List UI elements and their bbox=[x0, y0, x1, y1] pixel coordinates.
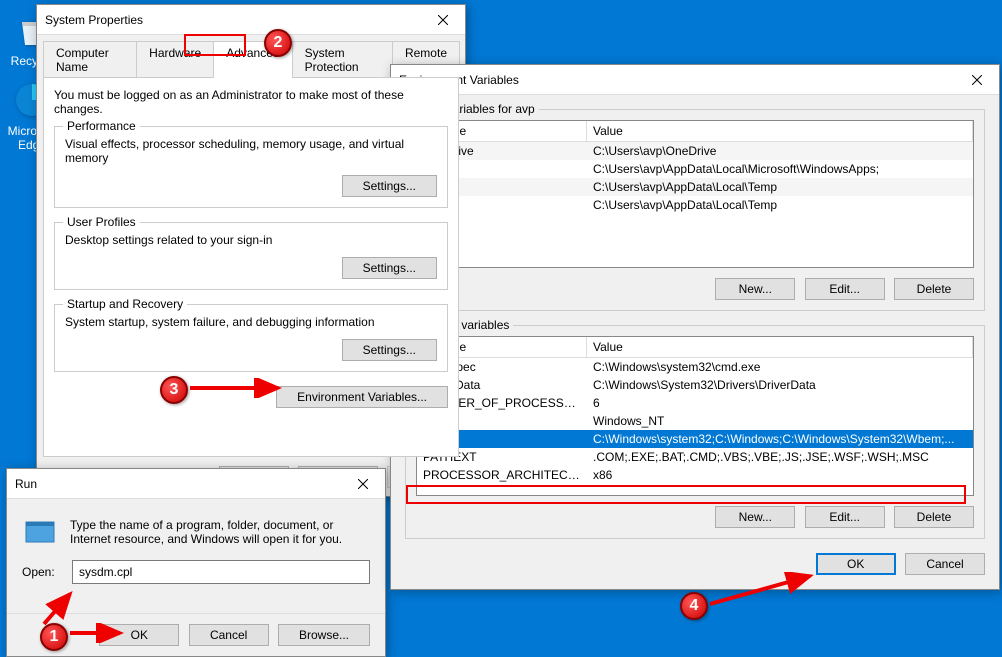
group-title: Startup and Recovery bbox=[63, 297, 187, 311]
group-desc: System startup, system failure, and debu… bbox=[65, 315, 437, 329]
var-value: C:\Users\avp\OneDrive bbox=[587, 142, 973, 160]
var-value: 6 bbox=[587, 394, 973, 412]
table-row[interactable]: PATHEXT.COM;.EXE;.BAT;.CMD;.VBS;.VBE;.JS… bbox=[417, 448, 973, 466]
group-title: Performance bbox=[63, 119, 140, 133]
performance-settings-button[interactable]: Settings... bbox=[342, 175, 437, 197]
user-profiles-group: User Profiles Desktop settings related t… bbox=[54, 222, 448, 290]
system-properties-window: System Properties Computer Name Hardware… bbox=[36, 4, 466, 497]
startup-settings-button[interactable]: Settings... bbox=[342, 339, 437, 361]
table-row[interactable]: OSWindows_NT bbox=[417, 412, 973, 430]
user-variables-group: User variables for avp Variable Value On… bbox=[405, 109, 985, 311]
intro-text: You must be logged on as an Administrato… bbox=[54, 88, 448, 116]
tab-body: You must be logged on as an Administrato… bbox=[43, 77, 459, 457]
var-value: Windows_NT bbox=[587, 412, 973, 430]
run-icon bbox=[22, 514, 58, 550]
ok-button[interactable]: OK bbox=[99, 624, 179, 646]
var-value: C:\Windows\system32\cmd.exe bbox=[587, 358, 973, 376]
dialog-buttons: OK Cancel bbox=[405, 553, 985, 575]
col-value[interactable]: Value bbox=[587, 121, 973, 141]
close-icon bbox=[438, 15, 448, 25]
run-body: Type the name of a program, folder, docu… bbox=[7, 499, 385, 613]
var-value: .COM;.EXE;.BAT;.CMD;.VBS;.VBE;.JS;.JSE;.… bbox=[587, 448, 973, 466]
system-variables-list[interactable]: Variable Value ComSpecC:\Windows\system3… bbox=[416, 336, 974, 496]
var-value: C:\Users\avp\AppData\Local\Temp bbox=[587, 196, 973, 214]
cancel-button[interactable]: Cancel bbox=[905, 553, 985, 575]
window-title: Run bbox=[15, 477, 37, 491]
sys-edit-button[interactable]: Edit... bbox=[805, 506, 885, 528]
table-row[interactable]: OneDriveC:\Users\avp\OneDrive bbox=[417, 142, 973, 160]
cancel-button[interactable]: Cancel bbox=[189, 624, 269, 646]
user-new-button[interactable]: New... bbox=[715, 278, 795, 300]
profiles-settings-button[interactable]: Settings... bbox=[342, 257, 437, 279]
callout-2: 2 bbox=[264, 29, 292, 57]
titlebar[interactable]: Run bbox=[7, 469, 385, 499]
env-body: User variables for avp Variable Value On… bbox=[391, 95, 999, 589]
sys-delete-button[interactable]: Delete bbox=[894, 506, 974, 528]
table-row[interactable]: PathC:\Users\avp\AppData\Local\Microsoft… bbox=[417, 160, 973, 178]
window-title: System Properties bbox=[45, 13, 143, 27]
open-label: Open: bbox=[22, 565, 72, 579]
close-icon bbox=[358, 479, 368, 489]
close-button[interactable] bbox=[420, 5, 465, 35]
col-value[interactable]: Value bbox=[587, 337, 973, 357]
user-variables-list[interactable]: Variable Value OneDriveC:\Users\avp\OneD… bbox=[416, 120, 974, 268]
ok-button[interactable]: OK bbox=[816, 553, 896, 575]
table-row[interactable]: NUMBER_OF_PROCESSORS6 bbox=[417, 394, 973, 412]
table-row[interactable]: PROCESSOR_ARCHITECTUREx86 bbox=[417, 466, 973, 484]
titlebar[interactable]: Environment Variables bbox=[391, 65, 999, 95]
table-row[interactable]: PathC:\Windows\system32;C:\Windows;C:\Wi… bbox=[417, 430, 973, 448]
tab-system-protection[interactable]: System Protection bbox=[292, 41, 393, 78]
tab-computer-name[interactable]: Computer Name bbox=[43, 41, 137, 78]
callout-4: 4 bbox=[680, 592, 708, 620]
var-value: C:\Users\avp\AppData\Local\Temp bbox=[587, 178, 973, 196]
var-value: C:\Windows\System32\Drivers\DriverData bbox=[587, 376, 973, 394]
user-delete-button[interactable]: Delete bbox=[894, 278, 974, 300]
close-button[interactable] bbox=[340, 469, 385, 499]
callout-3: 3 bbox=[160, 376, 188, 404]
var-value: C:\Users\avp\AppData\Local\Microsoft\Win… bbox=[587, 160, 973, 178]
system-variables-group: System variables Variable Value ComSpecC… bbox=[405, 325, 985, 539]
browse-button[interactable]: Browse... bbox=[278, 624, 370, 646]
titlebar[interactable]: System Properties bbox=[37, 5, 465, 35]
group-title: User Profiles bbox=[63, 215, 140, 229]
environment-variables-button[interactable]: Environment Variables... bbox=[276, 386, 448, 408]
performance-group: Performance Visual effects, processor sc… bbox=[54, 126, 448, 208]
environment-variables-dialog: Environment Variables User variables for… bbox=[390, 64, 1000, 590]
close-icon bbox=[972, 75, 982, 85]
user-edit-button[interactable]: Edit... bbox=[805, 278, 885, 300]
close-button[interactable] bbox=[954, 65, 999, 95]
var-value: x86 bbox=[587, 466, 973, 484]
callout-1: 1 bbox=[40, 623, 68, 651]
startup-recovery-group: Startup and Recovery System startup, sys… bbox=[54, 304, 448, 372]
group-desc: Desktop settings related to your sign-in bbox=[65, 233, 437, 247]
var-name: PROCESSOR_ARCHITECTURE bbox=[417, 466, 587, 484]
tab-hardware[interactable]: Hardware bbox=[136, 41, 214, 78]
table-row[interactable]: ComSpecC:\Windows\system32\cmd.exe bbox=[417, 358, 973, 376]
sys-new-button[interactable]: New... bbox=[715, 506, 795, 528]
table-row[interactable]: DriverDataC:\Windows\System32\Drivers\Dr… bbox=[417, 376, 973, 394]
table-row[interactable]: TMPC:\Users\avp\AppData\Local\Temp bbox=[417, 196, 973, 214]
group-desc: Visual effects, processor scheduling, me… bbox=[65, 137, 437, 165]
var-value: C:\Windows\system32;C:\Windows;C:\Window… bbox=[587, 430, 973, 448]
run-desc: Type the name of a program, folder, docu… bbox=[70, 518, 370, 546]
open-input[interactable] bbox=[72, 560, 370, 584]
table-row[interactable]: TEMPC:\Users\avp\AppData\Local\Temp bbox=[417, 178, 973, 196]
